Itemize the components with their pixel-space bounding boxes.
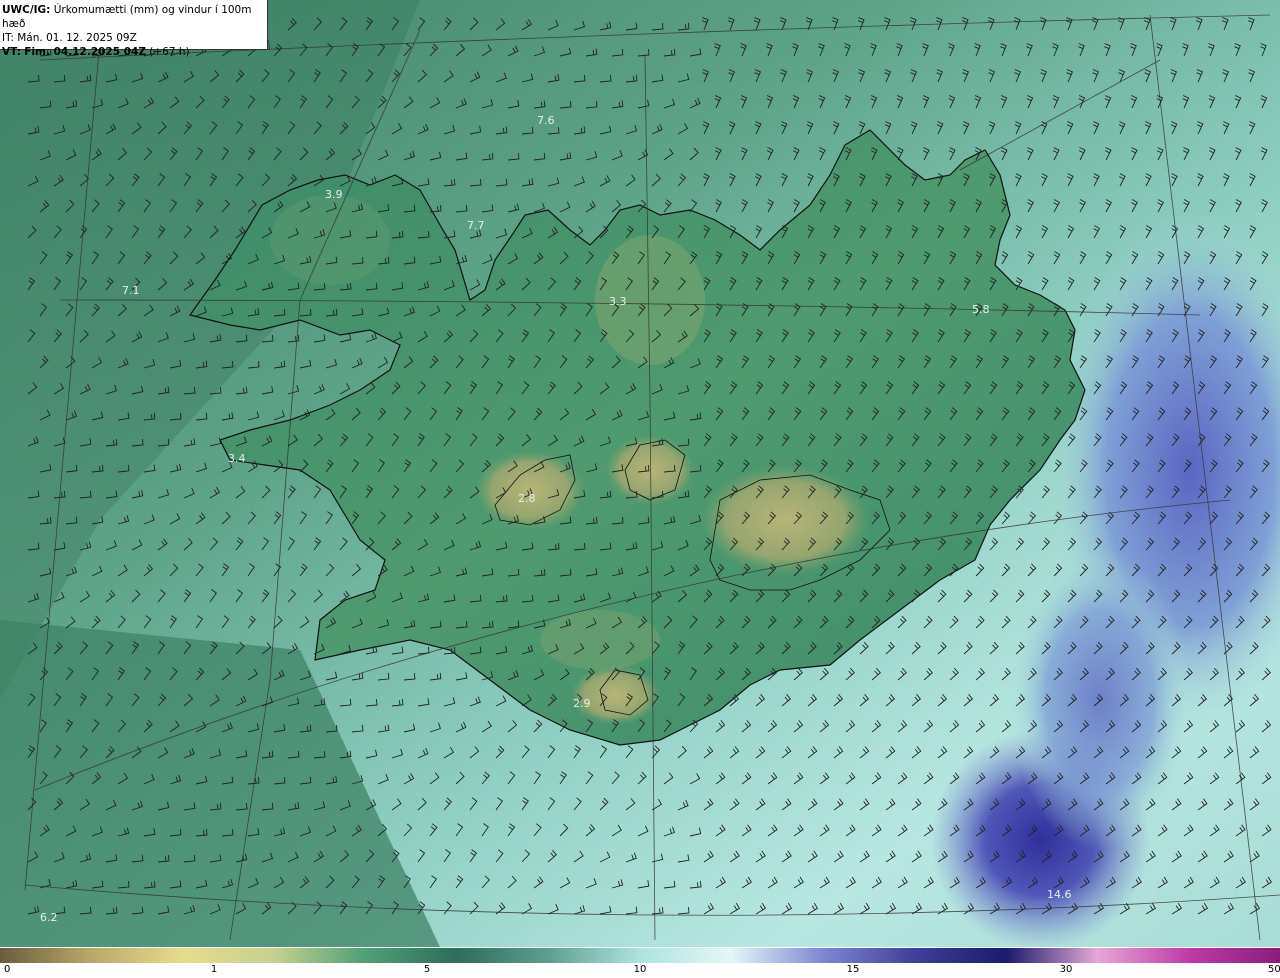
product-code: UWC/IG:: [2, 4, 51, 16]
legend-tick: 30: [1059, 964, 1073, 975]
legend-tick: 10: [633, 964, 647, 975]
value-label: 6.2: [40, 911, 58, 924]
glacier-vatnajokull: [700, 465, 870, 575]
value-label: 7.7: [467, 219, 485, 232]
value-label: 3.3: [609, 295, 627, 308]
precipitation-wind-map: 7.6 3.9 7.7 7.1 3.3 5.8 3.4 2.8 2.9 14.6…: [0, 0, 1280, 947]
value-label: 3.9: [325, 188, 343, 201]
legend-tick: 15: [846, 964, 860, 975]
legend-tick: 5: [423, 964, 431, 975]
title-line: UWC/IG: Úrkomumætti (mm) og vindur í 100…: [2, 3, 267, 31]
legend-tick: 0: [4, 964, 11, 975]
value-label: 2.8: [518, 492, 536, 505]
value-label: 5.8: [972, 303, 990, 316]
value-label: 3.4: [228, 452, 246, 465]
valid-time-line: VT: Fim. 04.12.2025 04Z (+67 h): [2, 45, 267, 59]
init-time-value: Mán. 01. 12. 2025 09Z: [17, 32, 137, 44]
value-label: 7.1: [122, 284, 140, 297]
valid-time-value: Fim. 04.12.2025 04Z: [24, 46, 146, 58]
legend-tick: 1: [210, 964, 218, 975]
valid-time-offset: (+67 h): [149, 46, 190, 58]
value-label: 2.9: [573, 697, 591, 710]
map-info-box: UWC/IG: Úrkomumætti (mm) og vindur í 100…: [0, 0, 268, 58]
value-label: 14.6: [1047, 888, 1072, 901]
highland-south: [540, 610, 660, 670]
value-label: 7.6: [537, 114, 555, 127]
highland-westfjords: [270, 195, 390, 285]
valid-time-label: VT:: [2, 46, 21, 58]
init-time-line: IT: Mán. 01. 12. 2025 09Z: [2, 31, 267, 45]
legend-tick: 50: [1268, 964, 1280, 975]
color-scale-bar: [0, 948, 1280, 963]
init-time-label: IT:: [2, 32, 14, 44]
color-scale-legend: 0 1 5 10 15 30 50: [0, 947, 1280, 978]
color-scale-ramp: [0, 948, 1280, 963]
